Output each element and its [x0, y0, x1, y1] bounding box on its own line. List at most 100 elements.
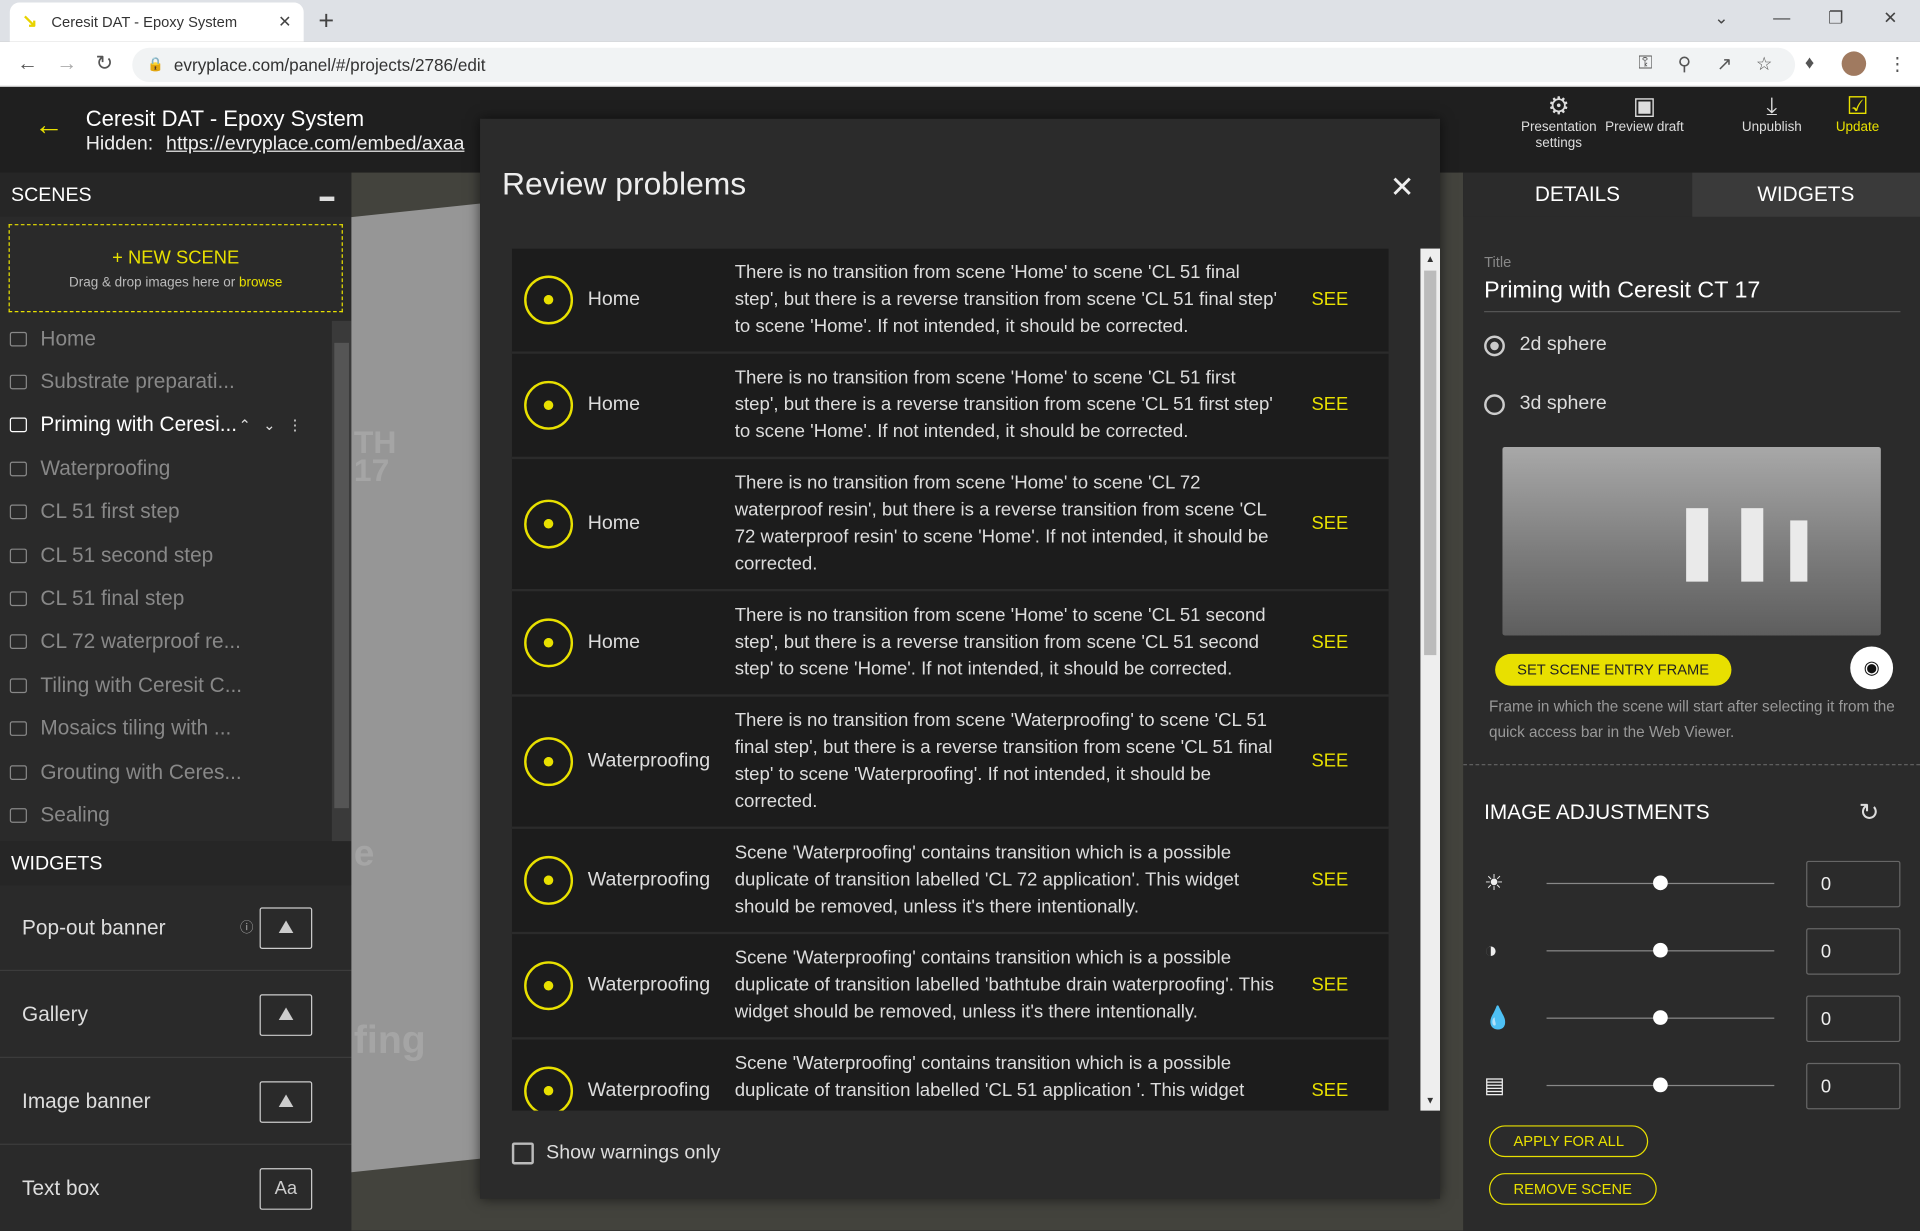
forward-nav-icon[interactable]: →: [56, 51, 77, 75]
scene-label: Home: [40, 326, 96, 350]
see-button[interactable]: SEE: [1311, 869, 1348, 890]
presentation-settings-button[interactable]: ⚙ Presentation settings: [1516, 94, 1602, 152]
scene-label: CL 51 final step: [40, 586, 185, 610]
problem-row: ● Waterproofing There is no transition f…: [511, 696, 1389, 829]
close-icon[interactable]: ✕: [1390, 170, 1415, 206]
sphere-3d-option[interactable]: 3d sphere: [1484, 393, 1607, 415]
saturation-value-input[interactable]: 0: [1806, 995, 1901, 1043]
frame-description: Frame in which the scene will start afte…: [1488, 697, 1895, 741]
title-field[interactable]: Priming with Ceresit CT 17: [1484, 278, 1901, 313]
radio-icon[interactable]: [1484, 393, 1505, 415]
scene-item[interactable]: Tiling with Ceresit C...: [0, 664, 332, 707]
browser-tab[interactable]: ↘ Ceresit DAT - Epoxy System ✕: [9, 2, 304, 42]
dialog-scrollbar[interactable]: ▲ ▼: [1420, 248, 1441, 1111]
scroll-down-icon[interactable]: ▼: [1425, 1095, 1435, 1106]
scene-item[interactable]: Mosaics tiling with ...: [0, 707, 332, 750]
minimize-icon[interactable]: —: [1773, 7, 1790, 27]
list-view-icon[interactable]: ▬: [320, 187, 335, 204]
widget-pop-out-banner[interactable]: Pop-out banner ⓘ ⛰: [0, 885, 352, 972]
checkbox[interactable]: [511, 1142, 534, 1165]
more-options-icon[interactable]: ⋮: [288, 417, 315, 434]
back-arrow-icon[interactable]: ←: [34, 109, 63, 143]
url-field[interactable]: 🔒 evryplace.com/panel/#/projects/2786/ed…: [132, 47, 1796, 83]
see-button[interactable]: SEE: [1311, 1080, 1348, 1101]
widget-text-box[interactable]: Text box Aa: [0, 1146, 352, 1231]
site-favicon-icon: ↘: [22, 11, 38, 32]
preview-draft-button[interactable]: ▣ Preview draft: [1602, 94, 1688, 136]
update-button[interactable]: ☑ Update: [1815, 94, 1901, 136]
apply-for-all-button[interactable]: APPLY FOR ALL: [1488, 1125, 1649, 1158]
new-scene-button[interactable]: + NEW SCENE: [10, 247, 342, 268]
share-icon[interactable]: ↗: [1717, 53, 1732, 75]
move-down-icon[interactable]: ⌄: [263, 417, 288, 434]
bookmark-star-icon[interactable]: ☆: [1756, 53, 1772, 75]
exposure-icon: ▤: [1484, 1072, 1505, 1098]
slider-handle[interactable]: [1653, 1077, 1668, 1093]
radio-selected-icon[interactable]: [1484, 334, 1505, 356]
reload-icon[interactable]: ↻: [96, 51, 113, 75]
new-scene-label: NEW SCENE: [128, 247, 240, 269]
see-button[interactable]: SEE: [1311, 751, 1348, 772]
see-button[interactable]: SEE: [1311, 513, 1348, 534]
contrast-value-input[interactable]: 0: [1806, 928, 1901, 975]
key-icon[interactable]: ⚿: [1638, 53, 1652, 74]
problem-row: ● Home There is no transition from scene…: [511, 591, 1389, 697]
slider-handle[interactable]: [1653, 1010, 1668, 1025]
scroll-up-icon[interactable]: ▲: [1425, 253, 1435, 264]
scene-thumbnail: [1502, 446, 1881, 636]
scrollbar-thumb[interactable]: [334, 342, 349, 809]
reset-icon[interactable]: ↻: [1859, 797, 1880, 828]
eye-icon[interactable]: ◉: [1850, 646, 1894, 690]
url-text: evryplace.com/panel/#/projects/2786/edit: [173, 55, 486, 75]
scene-thumbnail-icon: [9, 764, 27, 780]
scene-list-scrollbar[interactable]: [331, 320, 352, 842]
tab-widgets[interactable]: WIDGETS: [1691, 172, 1920, 217]
profile-avatar[interactable]: [1841, 51, 1867, 76]
scrollbar-thumb[interactable]: [1424, 270, 1437, 656]
scene-item[interactable]: Grouting with Ceres...: [0, 751, 332, 794]
scene-item[interactable]: CL 72 waterproof re...: [0, 620, 332, 663]
browse-link[interactable]: browse: [239, 276, 282, 291]
scene-item-selected[interactable]: Priming with Ceresi... ⌃⌄⋮: [0, 404, 332, 447]
show-warnings-only[interactable]: Show warnings only: [511, 1142, 720, 1165]
move-up-icon[interactable]: ⌃: [239, 417, 264, 434]
unpublish-button[interactable]: ⤓ Unpublish: [1729, 94, 1815, 136]
widget-label: Image banner: [22, 1089, 151, 1113]
scene-item[interactable]: CL 51 first step: [0, 490, 332, 533]
scene-item[interactable]: Home: [0, 317, 332, 360]
see-button[interactable]: SEE: [1311, 289, 1348, 310]
new-scene-dropzone[interactable]: + NEW SCENE Drag & drop images here or b…: [8, 224, 343, 313]
sphere-2d-option[interactable]: 2d sphere: [1484, 334, 1607, 356]
close-tab-icon[interactable]: ✕: [278, 12, 291, 32]
presentation-settings-label: Presentation settings: [1520, 120, 1597, 151]
embed-link[interactable]: https://evryplace.com/embed/axaa: [166, 133, 464, 154]
extensions-icon[interactable]: ♦: [1805, 53, 1814, 74]
scene-item[interactable]: CL 51 final step: [0, 577, 332, 620]
browser-menu-icon[interactable]: ⋮: [1888, 53, 1906, 75]
see-button[interactable]: SEE: [1311, 975, 1348, 996]
slider-handle[interactable]: [1653, 875, 1668, 891]
scene-item[interactable]: Sealing: [0, 794, 332, 837]
widget-gallery[interactable]: Gallery ⛰: [0, 972, 352, 1058]
scene-item[interactable]: CL 51 second step: [0, 534, 332, 577]
slider-handle[interactable]: [1653, 942, 1668, 958]
tab-details[interactable]: DETAILS: [1463, 172, 1692, 217]
see-button[interactable]: SEE: [1311, 394, 1348, 415]
see-button[interactable]: SEE: [1311, 632, 1348, 653]
info-icon[interactable]: ⓘ: [240, 917, 253, 937]
brightness-value-input[interactable]: 0: [1806, 860, 1901, 908]
tab-search-icon[interactable]: ⌄: [1714, 7, 1728, 28]
back-nav-icon[interactable]: ←: [17, 51, 38, 75]
widget-image-banner[interactable]: Image banner ⛰: [0, 1059, 352, 1145]
maximize-icon[interactable]: ❐: [1828, 7, 1843, 28]
set-scene-entry-frame-button[interactable]: SET SCENE ENTRY FRAME: [1495, 653, 1732, 686]
scene-item[interactable]: Waterproofing: [0, 447, 332, 490]
remove-scene-button[interactable]: REMOVE SCENE: [1488, 1173, 1657, 1205]
new-tab-icon[interactable]: +: [318, 5, 334, 37]
problem-row: ● Home There is no transition from scene…: [511, 248, 1389, 354]
zoom-icon[interactable]: ⚲: [1678, 53, 1691, 75]
scene-thumbnail-icon: [9, 634, 27, 650]
scene-item[interactable]: Substrate preparati...: [0, 360, 332, 403]
window-close-icon[interactable]: ✕: [1883, 7, 1897, 28]
exposure-value-input[interactable]: 0: [1806, 1062, 1901, 1110]
